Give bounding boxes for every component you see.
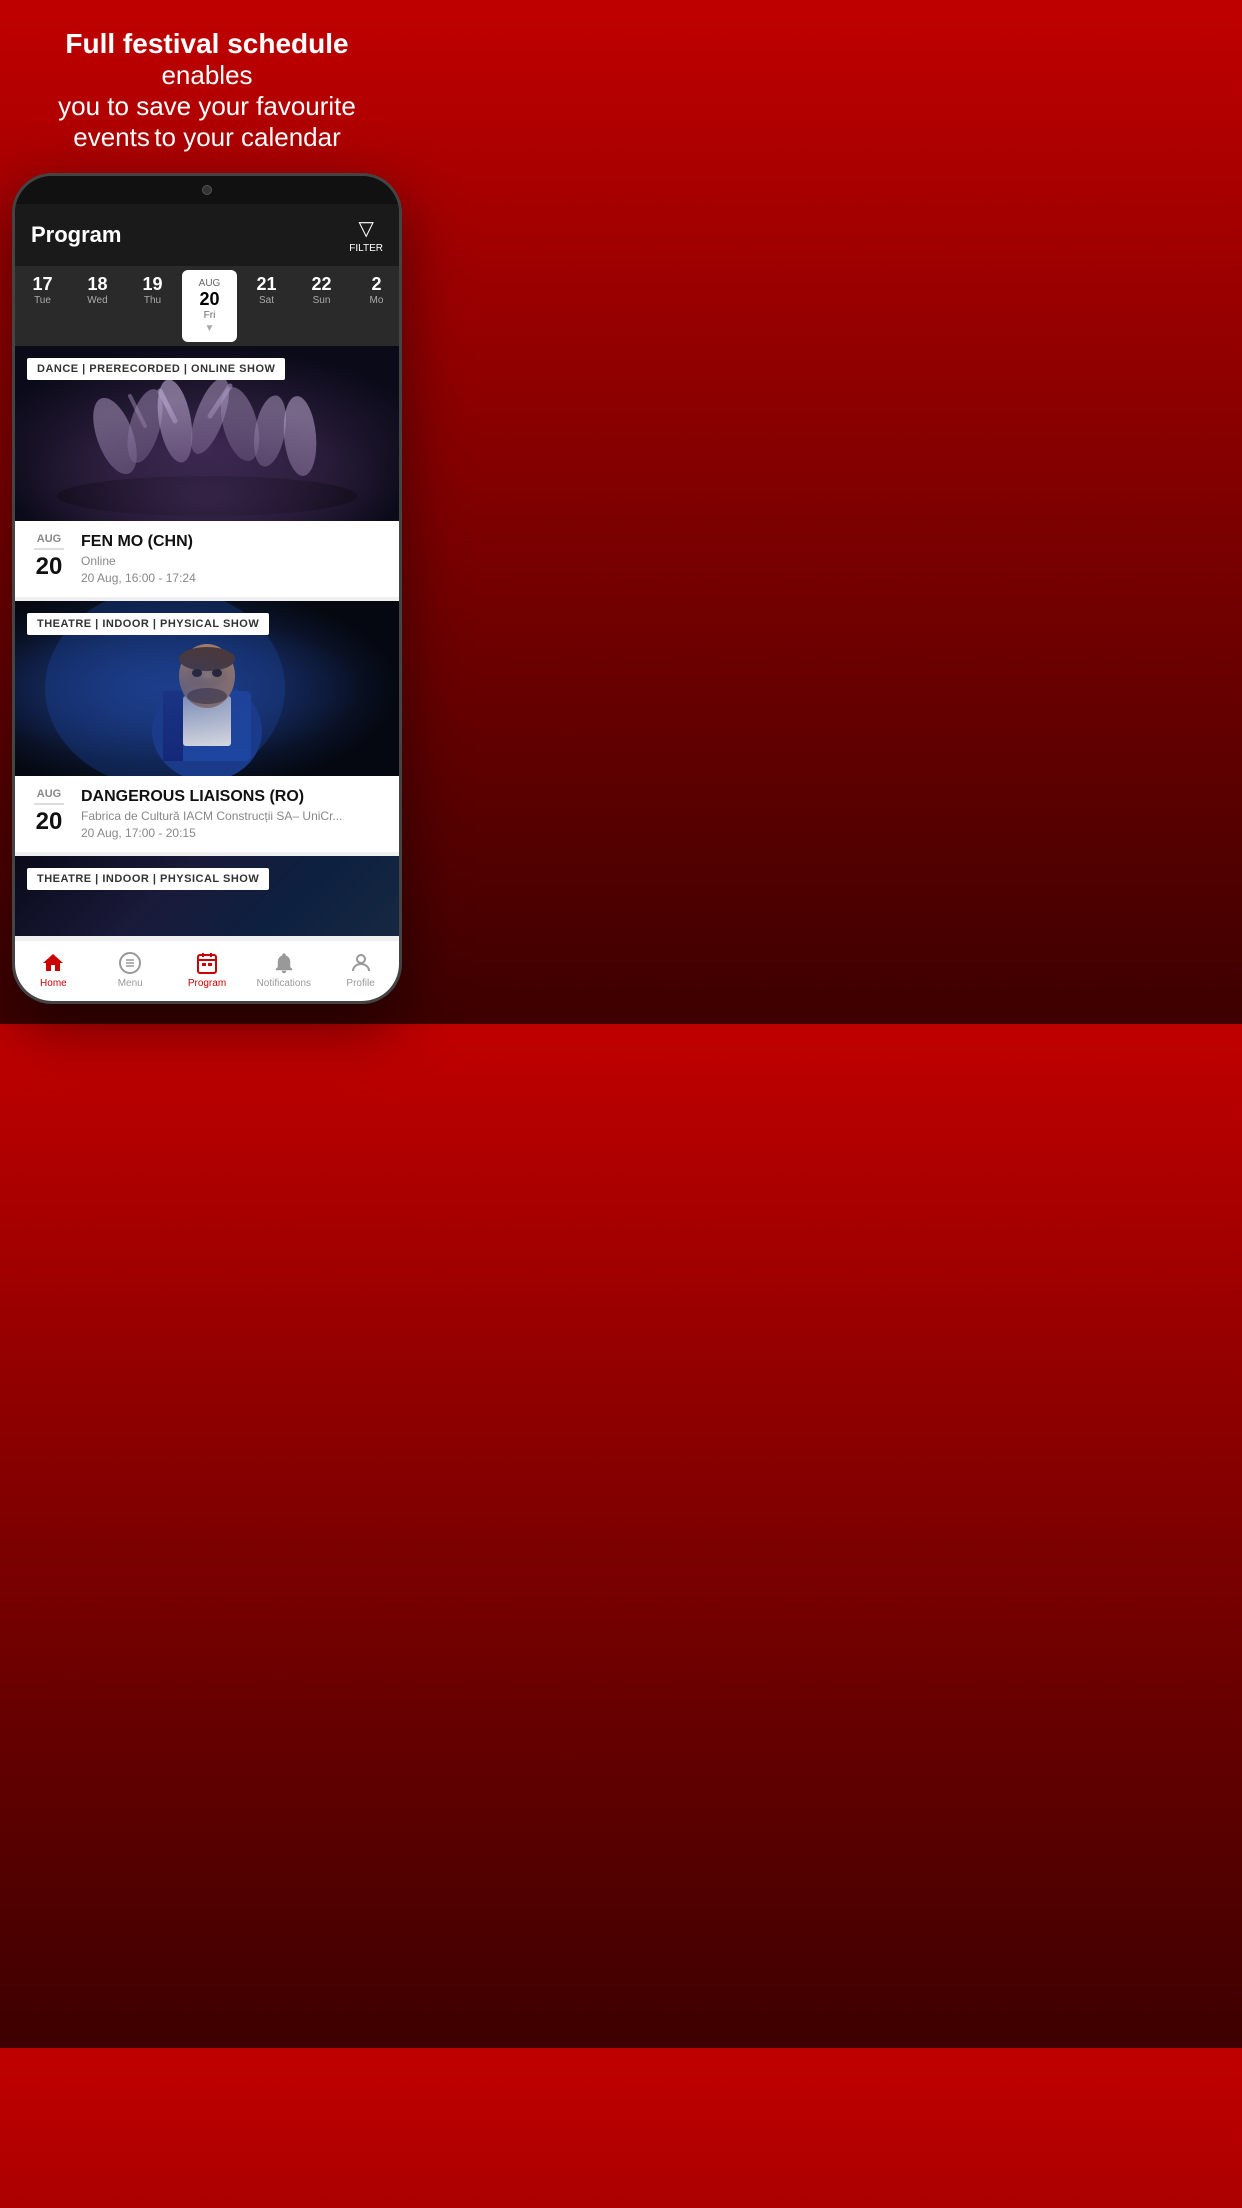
event-3-image-container: THEATRE | INDOOR | PHYSICAL SHOW bbox=[15, 856, 399, 936]
person-icon bbox=[349, 951, 373, 975]
filter-icon: ▽ bbox=[358, 216, 373, 241]
home-icon bbox=[41, 951, 65, 975]
phone-frame: Program ▽ FILTER 17 Tue 18 Wed 19 Thu bbox=[12, 173, 402, 1004]
menu-icon bbox=[118, 951, 142, 975]
phone-camera bbox=[202, 185, 212, 195]
event-1-image-container: DANCE | PRERECORDED | ONLINE SHOW bbox=[15, 346, 399, 521]
event-2-details: DANGEROUS LIAISONS (RO) Fabrica de Cultu… bbox=[81, 788, 385, 840]
filter-button[interactable]: ▽ FILTER bbox=[349, 216, 383, 254]
bottom-navigation: Home Menu bbox=[15, 940, 399, 1001]
date-item-23[interactable]: 2 Mo bbox=[349, 266, 399, 346]
nav-menu-label: Menu bbox=[118, 978, 143, 989]
nav-program[interactable]: Program bbox=[169, 941, 246, 1001]
event-2-badge: THEATRE | INDOOR | PHYSICAL SHOW bbox=[27, 613, 269, 635]
hero-bold: Full festival schedule bbox=[65, 28, 348, 59]
nav-program-label: Program bbox=[188, 978, 226, 989]
bell-icon bbox=[272, 951, 296, 975]
event-1-name: FEN MO (CHN) bbox=[81, 533, 385, 551]
event-2-date: AUG 20 bbox=[29, 788, 69, 840]
event-3-badge: THEATRE | INDOOR | PHYSICAL SHOW bbox=[27, 868, 269, 890]
date-item-20-active[interactable]: Aug 20 Fri ▼ bbox=[182, 270, 237, 342]
event-2-image-container: THEATRE | INDOOR | PHYSICAL SHOW bbox=[15, 601, 399, 776]
event-card-2[interactable]: THEATRE | INDOOR | PHYSICAL SHOW AUG 20 … bbox=[15, 601, 399, 852]
app-screen: Program ▽ FILTER 17 Tue 18 Wed 19 Thu bbox=[15, 204, 399, 1001]
event-1-venue: Online bbox=[81, 554, 385, 568]
date-item-22[interactable]: 22 Sun bbox=[294, 266, 349, 346]
hero-section: Full festival schedule enables you to sa… bbox=[0, 0, 414, 173]
event-1-badge: DANCE | PRERECORDED | ONLINE SHOW bbox=[27, 358, 285, 380]
nav-profile-label: Profile bbox=[346, 978, 374, 989]
app-header: Program ▽ FILTER bbox=[15, 204, 399, 266]
date-item-17[interactable]: 17 Tue bbox=[15, 266, 70, 346]
nav-home-label: Home bbox=[40, 978, 67, 989]
event-1-info: AUG 20 FEN MO (CHN) Online 20 Aug, 16:00… bbox=[15, 521, 399, 597]
nav-home[interactable]: Home bbox=[15, 941, 92, 1001]
event-1-time: 20 Aug, 16:00 - 17:24 bbox=[81, 571, 385, 585]
date-item-21[interactable]: 21 Sat bbox=[239, 266, 294, 346]
hero-normal: enables bbox=[161, 60, 252, 90]
event-1-date: AUG 20 bbox=[29, 533, 69, 585]
nav-menu[interactable]: Menu bbox=[92, 941, 169, 1001]
event-card-3[interactable]: THEATRE | INDOOR | PHYSICAL SHOW bbox=[15, 856, 399, 936]
nav-profile[interactable]: Profile bbox=[322, 941, 399, 1001]
event-card-1[interactable]: DANCE | PRERECORDED | ONLINE SHOW AUG 20… bbox=[15, 346, 399, 597]
event-2-info: AUG 20 DANGEROUS LIAISONS (RO) Fabrica d… bbox=[15, 776, 399, 852]
event-2-time: 20 Aug, 17:00 - 20:15 bbox=[81, 826, 385, 840]
events-list: DANCE | PRERECORDED | ONLINE SHOW AUG 20… bbox=[15, 346, 399, 940]
date-arrow-down: ▼ bbox=[205, 323, 215, 334]
nav-notifications[interactable]: Notifications bbox=[245, 941, 322, 1001]
hero-line3: to your calendar bbox=[154, 122, 340, 152]
event-2-venue: Fabrica de Cultură IACM Construcții SA– … bbox=[81, 809, 385, 823]
calendar-icon bbox=[195, 951, 219, 975]
nav-notifications-label: Notifications bbox=[257, 978, 311, 989]
phone-notch bbox=[15, 176, 399, 204]
date-item-19[interactable]: 19 Thu bbox=[125, 266, 180, 346]
app-title: Program bbox=[31, 222, 121, 248]
date-item-18[interactable]: 18 Wed bbox=[70, 266, 125, 346]
filter-label: FILTER bbox=[349, 243, 383, 254]
event-1-details: FEN MO (CHN) Online 20 Aug, 16:00 - 17:2… bbox=[81, 533, 385, 585]
date-navigation: 17 Tue 18 Wed 19 Thu Aug 20 Fri ▼ 21 bbox=[15, 266, 399, 346]
event-2-name: DANGEROUS LIAISONS (RO) bbox=[81, 788, 385, 806]
